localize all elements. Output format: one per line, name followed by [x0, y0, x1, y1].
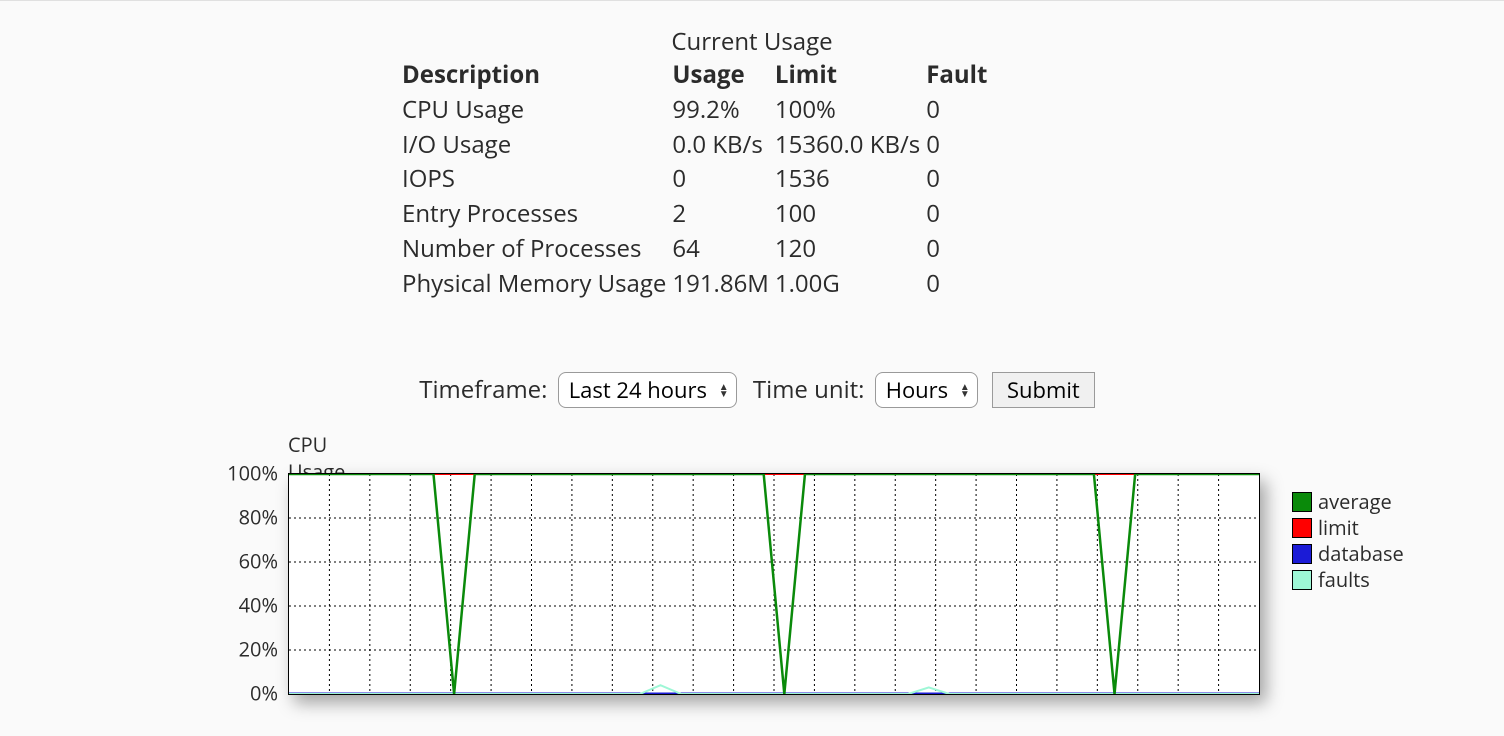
usage-table-title: Current Usage: [402, 25, 1102, 58]
table-row: Number of Processes641200: [402, 232, 993, 267]
cell-description: Number of Processes: [402, 232, 672, 267]
timeunit-select[interactable]: Hours: [875, 372, 978, 408]
cell-description: Physical Memory Usage: [402, 267, 672, 302]
timeframe-label: Timeframe:: [419, 373, 547, 406]
y-tick: 80%: [192, 504, 278, 531]
legend-label: average: [1318, 489, 1392, 515]
legend-swatch: [1292, 518, 1312, 538]
y-tick: 60%: [192, 548, 278, 575]
cell-limit: 120: [775, 232, 926, 267]
chart-plot: [288, 473, 1260, 695]
cell-fault: 0: [926, 162, 993, 197]
legend-item-average: average: [1292, 489, 1404, 515]
col-usage: Usage: [672, 58, 775, 93]
legend-item-database: database: [1292, 541, 1404, 567]
cell-limit: 100%: [775, 93, 926, 128]
table-row: Entry Processes21000: [402, 197, 993, 232]
y-tick: 100%: [192, 460, 278, 487]
cell-description: Entry Processes: [402, 197, 672, 232]
y-tick: 40%: [192, 592, 278, 619]
cell-usage: 0: [672, 162, 775, 197]
cell-usage: 191.86M: [672, 267, 775, 302]
timeframe-select[interactable]: Last 24 hours: [558, 372, 737, 408]
cell-usage: 2: [672, 197, 775, 232]
cell-fault: 0: [926, 128, 993, 163]
timeunit-label: Time unit:: [753, 373, 865, 406]
col-limit: Limit: [775, 58, 926, 93]
cell-limit: 1536: [775, 162, 926, 197]
cell-description: I/O Usage: [402, 128, 672, 163]
usage-table: Description Usage Limit Fault CPU Usage9…: [402, 58, 993, 302]
y-tick: 20%: [192, 636, 278, 663]
cell-fault: 0: [926, 232, 993, 267]
cell-usage: 64: [672, 232, 775, 267]
legend-swatch: [1292, 492, 1312, 512]
legend-item-faults: faults: [1292, 567, 1404, 593]
col-fault: Fault: [926, 58, 993, 93]
col-description: Description: [402, 58, 672, 93]
cell-description: CPU Usage: [402, 93, 672, 128]
cell-fault: 0: [926, 93, 993, 128]
table-row: CPU Usage99.2%100%0: [402, 93, 993, 128]
table-row: I/O Usage0.0 KB/s15360.0 KB/s0: [402, 128, 993, 163]
cell-limit: 100: [775, 197, 926, 232]
cell-usage: 99.2%: [672, 93, 775, 128]
cell-fault: 0: [926, 267, 993, 302]
table-row: IOPS015360: [402, 162, 993, 197]
legend-label: faults: [1318, 567, 1370, 593]
legend-item-limit: limit: [1292, 515, 1404, 541]
legend-swatch: [1292, 570, 1312, 590]
cell-limit: 15360.0 KB/s: [775, 128, 926, 163]
legend-label: database: [1318, 541, 1404, 567]
cell-description: IOPS: [402, 162, 672, 197]
cell-limit: 1.00G: [775, 267, 926, 302]
cell-fault: 0: [926, 197, 993, 232]
cell-usage: 0.0 KB/s: [672, 128, 775, 163]
chart-legend: averagelimitdatabasefaults: [1292, 489, 1404, 593]
legend-swatch: [1292, 544, 1312, 564]
chart-y-axis: 0%20%40%60%80%100%: [192, 473, 278, 693]
legend-label: limit: [1318, 515, 1359, 541]
y-tick: 0%: [192, 680, 278, 707]
table-row: Physical Memory Usage191.86M1.00G0: [402, 267, 993, 302]
submit-button[interactable]: Submit: [992, 372, 1095, 408]
